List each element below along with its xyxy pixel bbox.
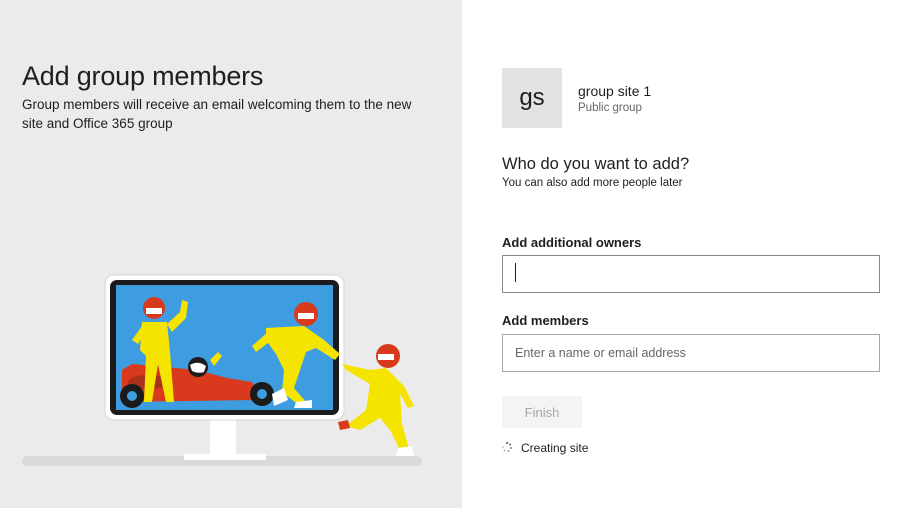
members-label: Add members — [502, 313, 589, 328]
members-input[interactable] — [502, 334, 880, 372]
left-pane: Add group members Group members will rec… — [0, 0, 462, 508]
owners-input[interactable] — [502, 255, 880, 293]
section-heading: Who do you want to add? — [502, 155, 690, 173]
site-name: group site 1 — [578, 83, 652, 99]
page-title: Add group members — [22, 61, 264, 91]
right-pane: gs group site 1 Public group Who do you … — [462, 0, 905, 508]
site-logo-tile: gs — [502, 68, 562, 128]
running-figure-illustration — [338, 344, 414, 456]
status-text: Creating site — [521, 441, 589, 455]
text-cursor — [515, 263, 516, 282]
spinner-icon — [502, 442, 512, 452]
owners-label: Add additional owners — [502, 235, 642, 250]
section-hint: You can also add more people later — [502, 177, 683, 189]
finish-button[interactable]: Finish — [502, 396, 582, 428]
site-type: Public group — [578, 102, 642, 114]
page-subtitle: Group members will receive an email welc… — [22, 97, 412, 131]
